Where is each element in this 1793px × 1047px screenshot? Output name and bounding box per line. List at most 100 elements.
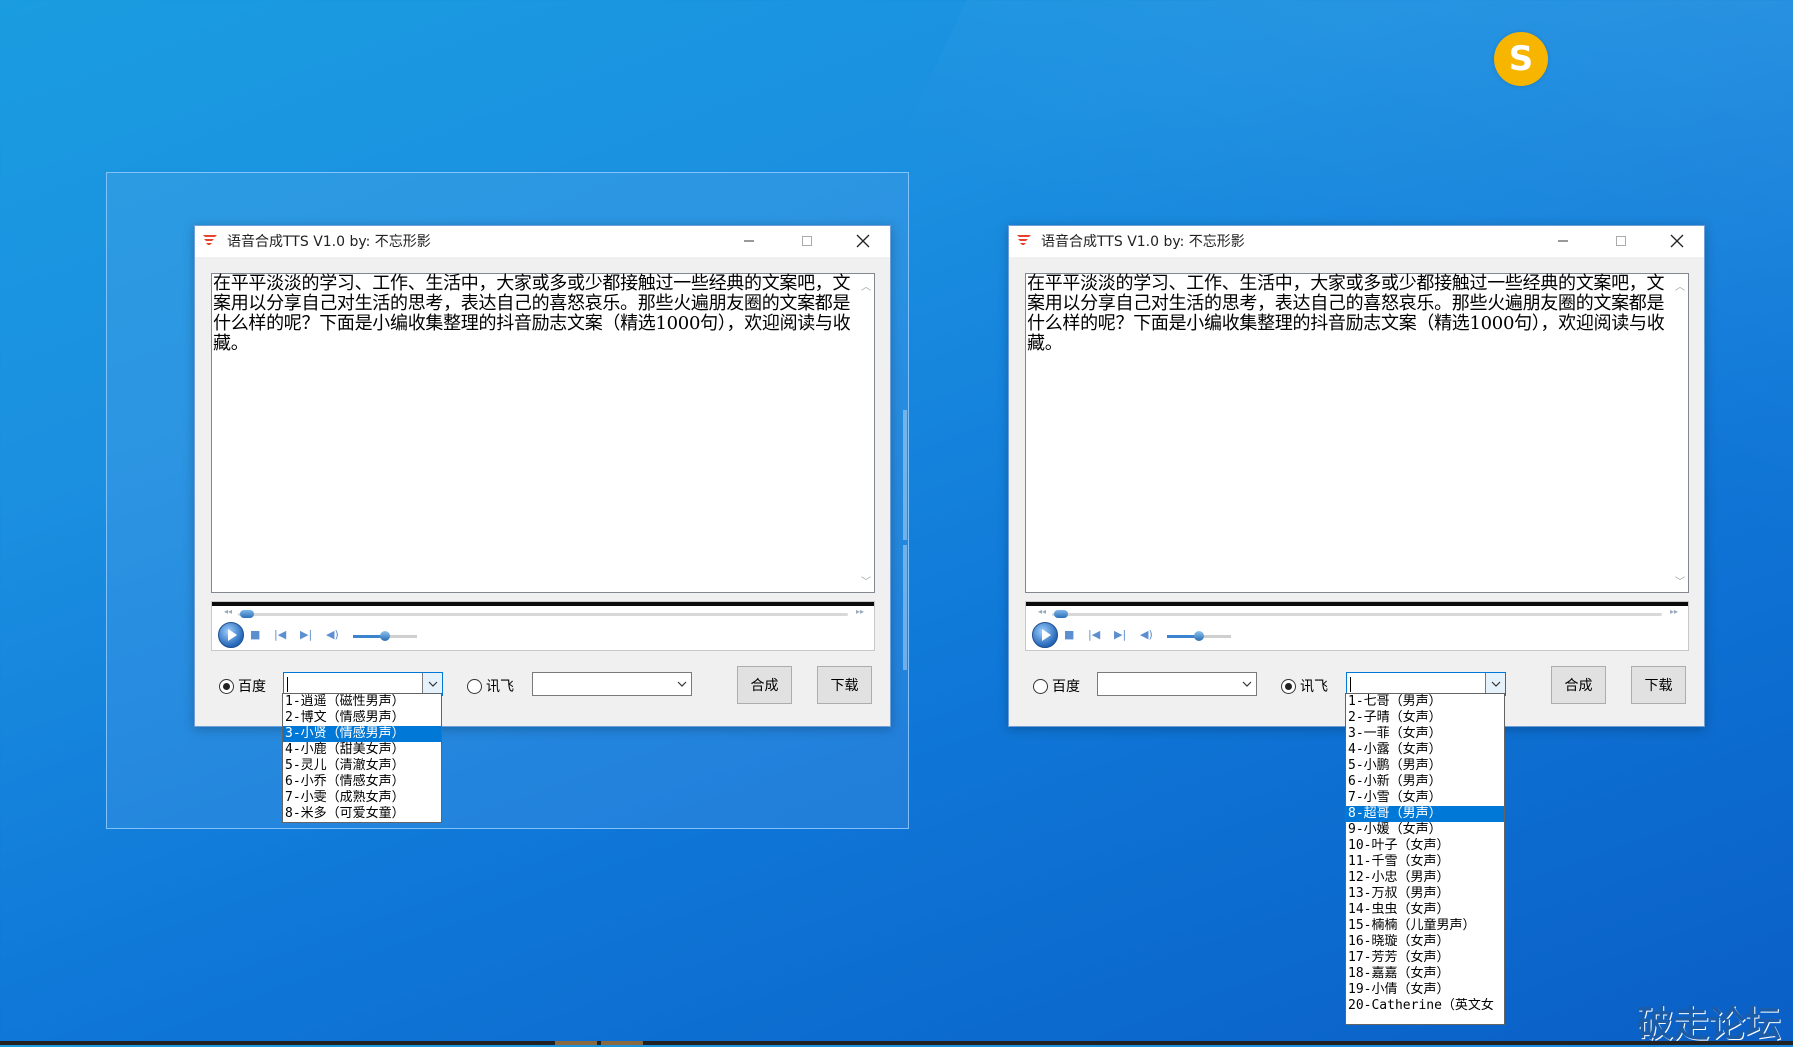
radio-dot[interactable] <box>219 678 234 694</box>
maximize-button[interactable] <box>778 226 836 256</box>
dropdown-option[interactable]: 5-灵儿（清澈女声） <box>283 758 441 774</box>
play-icon[interactable] <box>1032 622 1058 648</box>
dropdown-option[interactable]: 1-七哥（男声） <box>1346 694 1504 710</box>
stop-icon[interactable]: ■ <box>1064 628 1074 641</box>
dropdown-option[interactable]: 10-叶子（女声） <box>1346 838 1504 854</box>
dropdown-option[interactable]: 9-小媛（女声） <box>1346 822 1504 838</box>
scroll-down-icon[interactable]: ﹀ <box>861 573 871 588</box>
dropdown-option[interactable]: 2-子晴（女声） <box>1346 710 1504 726</box>
radio-baidu[interactable]: 百度 <box>1033 676 1080 696</box>
snap-handle <box>903 545 907 670</box>
text-caret <box>287 677 288 692</box>
volume-icon[interactable]: ◀) <box>326 628 339 641</box>
scroll-up-icon[interactable]: ︿ <box>1675 278 1685 293</box>
app-icon <box>203 235 217 245</box>
radio-dot[interactable] <box>1281 678 1296 694</box>
minimize-icon <box>1558 240 1568 242</box>
volume-icon[interactable]: ◀) <box>1140 628 1153 641</box>
radio-xunfei[interactable]: 讯飞 <box>1281 676 1328 696</box>
stop-icon[interactable]: ■ <box>250 628 260 641</box>
radio-xunfei-label: 讯飞 <box>486 679 514 695</box>
text-content[interactable]: 在平平淡淡的学习、工作、生活中，大家或多或少都接触过一些经典的文案吧，文案用以分… <box>212 274 874 354</box>
dropdown-option-selected[interactable]: 8-超哥（男声） <box>1346 806 1504 822</box>
dropdown-option[interactable]: 7-小雯（成熟女声） <box>283 790 441 806</box>
scroll-up-icon[interactable]: ︿ <box>861 278 871 293</box>
dropdown-option[interactable]: 6-小新（男声） <box>1346 774 1504 790</box>
play-icon[interactable] <box>218 622 244 648</box>
xunfei-voice-dropdown[interactable]: 1-七哥（男声） 2-子晴（女声） 3-一菲（女声） 4-小露（女声） 5-小鹏… <box>1345 693 1505 1025</box>
dropdown-option[interactable]: 11-千雪（女声） <box>1346 854 1504 870</box>
vertical-scrollbar[interactable]: ︿ ﹀ <box>1671 274 1688 592</box>
volume-thumb[interactable] <box>1194 631 1204 641</box>
media-player: ◂◂ ▸▸ ■ |◀ ▶| ◀) <box>1025 601 1689 651</box>
dropdown-option[interactable]: 8-米多（可爱女童） <box>283 806 441 822</box>
seek-bar[interactable] <box>238 613 848 616</box>
next-icon[interactable]: ▶| <box>300 628 312 641</box>
close-icon <box>856 234 870 248</box>
dropdown-option[interactable]: 12-小忠（男声） <box>1346 870 1504 886</box>
minimize-button[interactable] <box>1534 226 1592 256</box>
taskbar-item[interactable] <box>555 1041 597 1045</box>
s-badge-icon[interactable]: S <box>1494 32 1548 86</box>
xunfei-voice-select[interactable] <box>532 672 692 696</box>
maximize-button[interactable] <box>1592 226 1650 256</box>
close-button[interactable] <box>1650 226 1704 256</box>
dropdown-option[interactable]: 1-逍遥（磁性男声） <box>283 694 441 710</box>
download-button[interactable]: 下载 <box>817 666 872 704</box>
dropdown-option[interactable]: 4-小露（女声） <box>1346 742 1504 758</box>
taskbar-item[interactable] <box>601 1041 643 1045</box>
radio-baidu-label: 百度 <box>238 679 266 695</box>
dropdown-option[interactable]: 14-虫虫（女声） <box>1346 902 1504 918</box>
text-caret <box>1350 677 1351 692</box>
close-button[interactable] <box>836 226 890 256</box>
dropdown-option[interactable]: 16-晓璇（女声） <box>1346 934 1504 950</box>
baidu-voice-dropdown[interactable]: 1-逍遥（磁性男声） 2-博文（情感男声） 3-小贤（情感男声） 4-小鹿（甜美… <box>282 693 442 823</box>
dropdown-option[interactable]: 13-万叔（男声） <box>1346 886 1504 902</box>
chevron-down-icon[interactable] <box>672 673 691 695</box>
text-content[interactable]: 在平平淡淡的学习、工作、生活中，大家或多或少都接触过一些经典的文案吧，文案用以分… <box>1026 274 1688 354</box>
dropdown-option[interactable]: 6-小乔（情感女声） <box>283 774 441 790</box>
chevron-down-icon[interactable] <box>422 673 442 695</box>
seek-bar[interactable] <box>1052 613 1662 616</box>
dropdown-option-selected[interactable]: 3-小贤（情感男声） <box>283 726 441 742</box>
radio-dot[interactable] <box>1033 678 1048 694</box>
scroll-down-icon[interactable]: ﹀ <box>1675 573 1685 588</box>
synthesize-button[interactable]: 合成 <box>737 666 792 704</box>
radio-baidu-label: 百度 <box>1052 679 1080 695</box>
chevron-down-icon[interactable] <box>1485 673 1505 695</box>
previous-icon[interactable]: |◀ <box>1088 628 1100 641</box>
dropdown-option[interactable]: 3-一菲（女声） <box>1346 726 1504 742</box>
radio-xunfei[interactable]: 讯飞 <box>467 676 514 696</box>
dropdown-option[interactable]: 7-小雪（女声） <box>1346 790 1504 806</box>
seek-thumb[interactable] <box>240 610 254 618</box>
seek-thumb[interactable] <box>1054 610 1068 618</box>
dropdown-option[interactable]: 20-Catherine（英文女 <box>1346 998 1504 1014</box>
dropdown-option[interactable]: 15-楠楠（儿童男声） <box>1346 918 1504 934</box>
dropdown-option[interactable]: 2-博文（情感男声） <box>283 710 441 726</box>
watermark-logo: 破走论坛 <box>1637 1004 1782 1045</box>
vertical-scrollbar[interactable]: ︿ ﹀ <box>857 274 874 592</box>
radio-dot[interactable] <box>467 678 482 694</box>
title-bar[interactable]: 语音合成TTS V1.0 by: 不忘形影 <box>195 226 890 257</box>
dropdown-option[interactable]: 5-小鹏（男声） <box>1346 758 1504 774</box>
text-input-area[interactable]: 在平平淡淡的学习、工作、生活中，大家或多或少都接触过一些经典的文案吧，文案用以分… <box>211 273 875 593</box>
previous-icon[interactable]: |◀ <box>274 628 286 641</box>
title-bar[interactable]: 语音合成TTS V1.0 by: 不忘形影 <box>1009 226 1704 257</box>
text-input-area[interactable]: 在平平淡淡的学习、工作、生活中，大家或多或少都接触过一些经典的文案吧，文案用以分… <box>1025 273 1689 593</box>
next-icon[interactable]: ▶| <box>1114 628 1126 641</box>
radio-baidu[interactable]: 百度 <box>219 676 266 696</box>
download-button[interactable]: 下载 <box>1631 666 1686 704</box>
dropdown-option[interactable]: 18-嘉嘉（女声） <box>1346 966 1504 982</box>
minimize-button[interactable] <box>720 226 778 256</box>
fast-forward-icon[interactable]: ▸▸ <box>1670 607 1678 616</box>
fast-forward-icon[interactable]: ▸▸ <box>856 607 864 616</box>
dropdown-option[interactable]: 19-小倩（女声） <box>1346 982 1504 998</box>
dropdown-option[interactable]: 4-小鹿（甜美女声） <box>283 742 441 758</box>
baidu-voice-select[interactable] <box>1097 672 1257 696</box>
dropdown-option[interactable]: 17-芳芳（女声） <box>1346 950 1504 966</box>
chevron-down-icon[interactable] <box>1237 673 1256 695</box>
rewind-icon[interactable]: ◂◂ <box>224 607 232 616</box>
volume-thumb[interactable] <box>380 631 390 641</box>
rewind-icon[interactable]: ◂◂ <box>1038 607 1046 616</box>
synthesize-button[interactable]: 合成 <box>1551 666 1606 704</box>
